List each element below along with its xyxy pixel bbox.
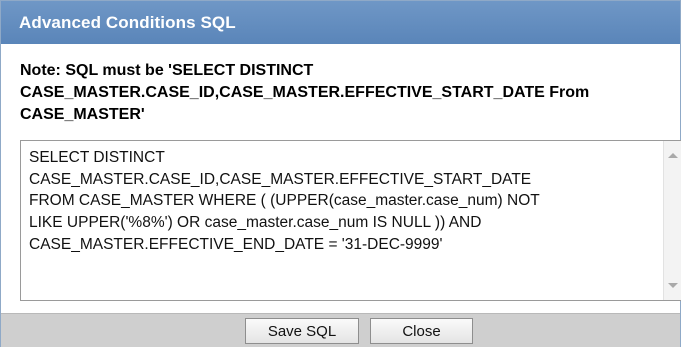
close-button[interactable]: Close [370, 318, 473, 344]
sql-textarea[interactable]: SELECT DISTINCT CASE_MASTER.CASE_ID,CASE… [20, 140, 681, 301]
scroll-down-arrow-icon[interactable] [668, 283, 678, 288]
sql-textarea-value: SELECT DISTINCT CASE_MASTER.CASE_ID,CASE… [29, 149, 540, 253]
vertical-scrollbar[interactable] [663, 141, 681, 300]
save-sql-button[interactable]: Save SQL [245, 318, 359, 344]
scroll-up-arrow-icon[interactable] [668, 153, 678, 158]
dialog-titlebar[interactable]: Advanced Conditions SQL [1, 1, 680, 44]
dialog-footer: Save SQL Close [1, 313, 680, 347]
sql-requirement-note: Note: SQL must be 'SELECT DISTINCT CASE_… [20, 62, 590, 123]
advanced-conditions-sql-dialog: Advanced Conditions SQL Note: SQL must b… [0, 0, 681, 347]
dialog-title: Advanced Conditions SQL [19, 12, 236, 32]
